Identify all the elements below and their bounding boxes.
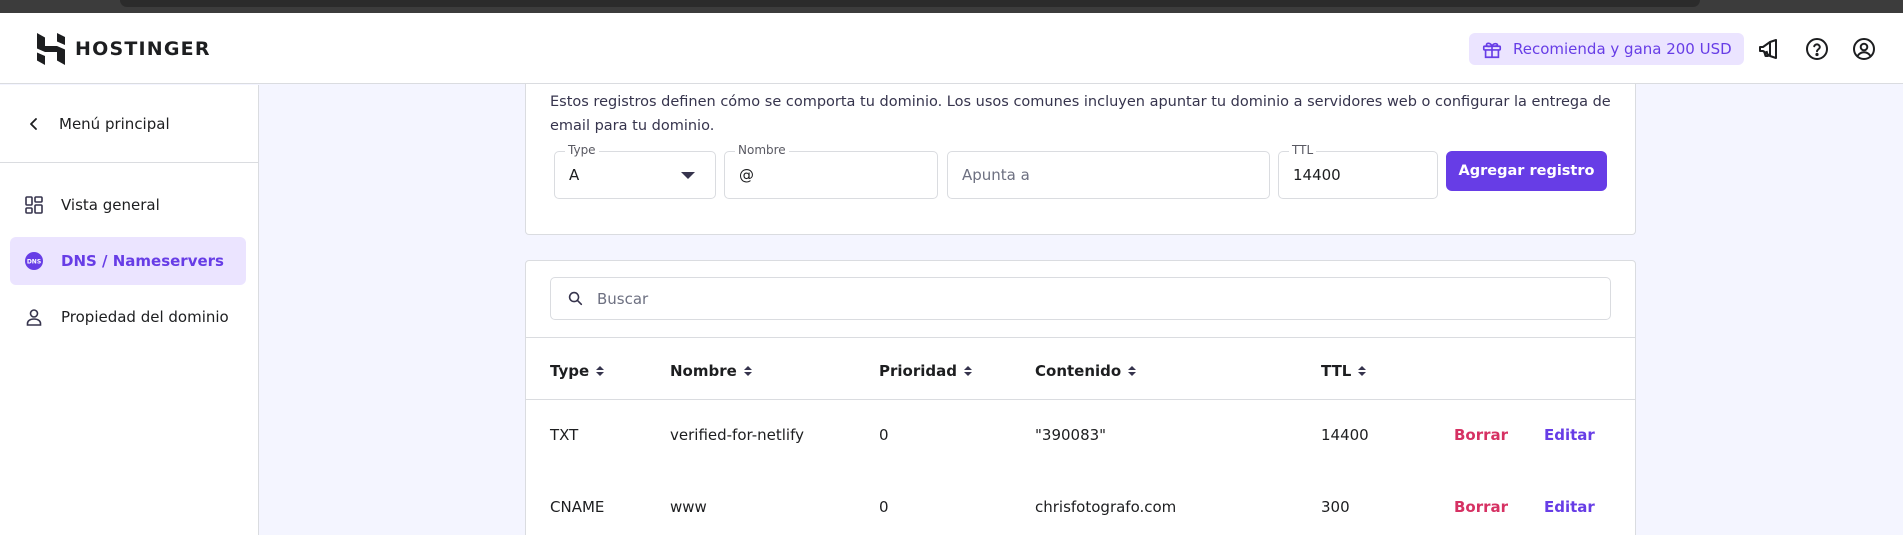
records-description: Estos registros definen cómo se comporta… <box>550 94 1611 134</box>
record-ttl: 300 <box>1321 498 1350 516</box>
sidebar-item-overview[interactable]: Vista general <box>10 181 246 229</box>
add-record-card: Estos registros definen cómo se comporta… <box>525 84 1636 235</box>
ttl-input[interactable]: TTL 14400 <box>1278 143 1438 199</box>
points-to-placeholder: Apunta a <box>962 166 1030 184</box>
help-button[interactable] <box>1804 36 1830 62</box>
account-icon <box>1853 38 1875 60</box>
announcements-button[interactable] <box>1756 36 1782 62</box>
sort-icon <box>1128 366 1137 376</box>
top-bar: HOSTINGER Recomienda y gana 200 USD <box>0 13 1903 84</box>
record-type: CNAME <box>550 498 605 516</box>
search-input[interactable]: Buscar <box>550 277 1611 320</box>
column-header-label: Prioridad <box>879 362 957 380</box>
name-value: @ <box>739 166 754 184</box>
type-value: A <box>569 166 580 184</box>
sidebar-item-label: Vista general <box>61 196 160 214</box>
megaphone-icon <box>1759 39 1777 59</box>
sort-icon <box>1358 366 1367 376</box>
ttl-label: TTL <box>1289 143 1317 157</box>
search-icon <box>568 291 583 306</box>
svg-text:DNS: DNS <box>27 259 41 266</box>
back-to-main-menu[interactable]: Menú principal <box>0 85 258 163</box>
record-type: TXT <box>550 426 579 444</box>
column-header-label: Type <box>550 362 590 380</box>
person-icon <box>26 309 42 326</box>
chevron-down-icon <box>681 172 695 179</box>
grid-icon <box>25 196 43 214</box>
add-record-button[interactable]: Agregar registro <box>1446 151 1607 191</box>
column-header-type[interactable]: Type <box>550 362 605 380</box>
back-label: Menú principal <box>59 114 170 133</box>
ttl-value: 14400 <box>1293 166 1341 184</box>
edit-record-button[interactable]: Editar <box>1544 498 1595 516</box>
sort-icon <box>596 366 605 376</box>
record-priority: 0 <box>879 426 889 444</box>
referral-button[interactable]: Recomienda y gana 200 USD <box>1469 33 1744 65</box>
record-content: "390083" <box>1035 426 1107 444</box>
sidebar: Menú principal Vista general DNS DNS / N… <box>0 85 259 535</box>
name-label: Nombre <box>735 143 789 157</box>
account-button[interactable] <box>1851 36 1877 62</box>
help-icon <box>1806 38 1828 60</box>
record-name: www <box>670 498 707 516</box>
column-header-label: Contenido <box>1035 362 1122 380</box>
browser-chrome-strip <box>0 0 1903 13</box>
column-header-label: Nombre <box>670 362 737 380</box>
referral-label: Recomienda y gana 200 USD <box>1513 40 1732 58</box>
name-input[interactable]: Nombre @ <box>724 143 938 199</box>
hostinger-logo[interactable]: HOSTINGER <box>37 33 211 65</box>
sidebar-item-domain-ownership[interactable]: Propiedad del dominio <box>10 293 246 341</box>
edit-record-button[interactable]: Editar <box>1544 426 1595 444</box>
record-ttl: 14400 <box>1321 426 1369 444</box>
points-to-input[interactable]: Apunta a <box>947 151 1270 199</box>
divider <box>526 399 1635 400</box>
hostinger-logo-icon <box>37 33 65 65</box>
record-priority: 0 <box>879 498 889 516</box>
chevron-left-icon <box>30 117 37 130</box>
gift-icon <box>1482 42 1502 59</box>
sort-icon <box>963 366 972 376</box>
type-select[interactable]: Type A <box>554 143 716 199</box>
record-name: verified-for-netlify <box>670 426 804 444</box>
type-label: Type <box>565 143 599 157</box>
column-header-ttl[interactable]: TTL <box>1321 362 1367 380</box>
column-header-priority[interactable]: Prioridad <box>879 362 972 380</box>
dns-records-card: Buscar Type Nombre Prioridad Contenido T… <box>525 260 1636 535</box>
delete-record-button[interactable]: Borrar <box>1454 426 1508 444</box>
record-content: chrisfotografo.com <box>1035 498 1177 516</box>
delete-record-button[interactable]: Borrar <box>1454 498 1508 516</box>
column-header-content[interactable]: Contenido <box>1035 362 1137 380</box>
search-placeholder: Buscar <box>597 289 649 308</box>
column-header-name[interactable]: Nombre <box>670 362 752 380</box>
sidebar-item-dns[interactable]: DNS DNS / Nameservers <box>10 237 246 285</box>
dns-icon: DNS <box>25 252 43 270</box>
sidebar-item-label: Propiedad del dominio <box>61 308 229 326</box>
sort-icon <box>743 366 752 376</box>
column-header-label: TTL <box>1321 362 1352 380</box>
divider <box>526 337 1635 338</box>
sidebar-item-label: DNS / Nameservers <box>61 252 224 270</box>
brand-name: HOSTINGER <box>75 38 211 60</box>
